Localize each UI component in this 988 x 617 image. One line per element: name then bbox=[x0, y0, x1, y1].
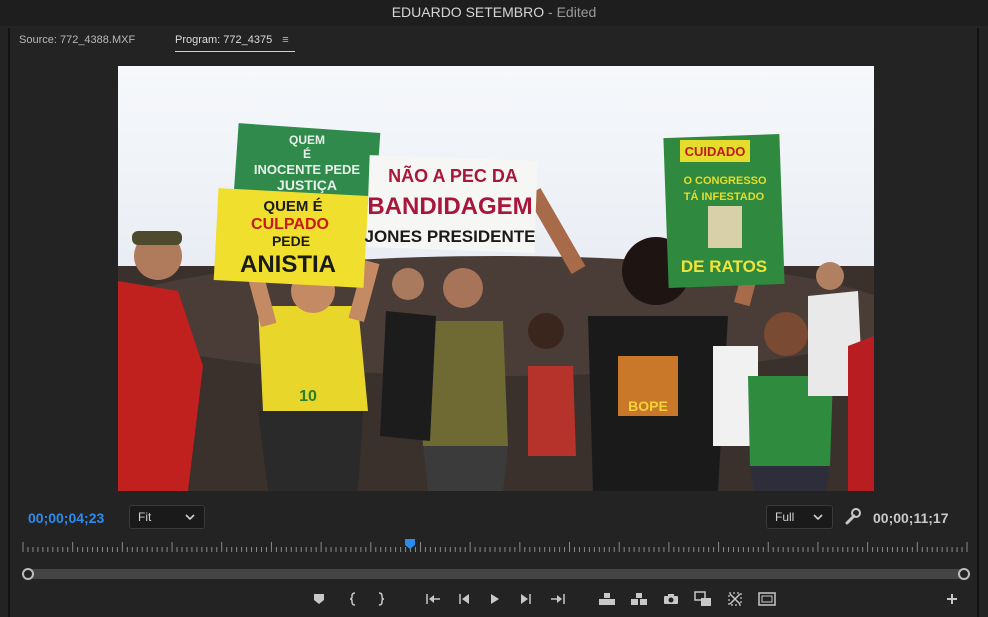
sign-green-right-line3: TÁ INFESTADO bbox=[684, 190, 765, 203]
video-frame-image: 10 BOPE QUEM É INOCENTE PEDE JUSTIÇA QUE… bbox=[118, 66, 874, 491]
zoom-dropdown[interactable]: Fit bbox=[129, 505, 205, 529]
sign-green-right-line4: DE RATOS bbox=[681, 257, 767, 276]
sign-green-right-line1: CUIDADO bbox=[685, 144, 746, 159]
playhead-marker[interactable] bbox=[404, 539, 415, 549]
sign-yellow-line1: QUEM É bbox=[263, 198, 322, 215]
shirt-text: BOPE bbox=[628, 398, 668, 414]
project-title: EDUARDO SETEMBRO bbox=[391, 4, 545, 20]
in-point-icon[interactable] bbox=[343, 589, 363, 609]
go-to-in-icon[interactable] bbox=[423, 589, 443, 609]
tab-source[interactable]: Source: 772_4388.MXF bbox=[19, 34, 135, 46]
add-icon[interactable] bbox=[942, 589, 962, 609]
sign-white-line3: JONES PRESIDENTE bbox=[365, 227, 536, 246]
zoom-scroll-bar[interactable] bbox=[28, 569, 964, 579]
sign-white-line2: BANDIDAGEM bbox=[367, 193, 532, 220]
button-editor-icon[interactable] bbox=[693, 589, 713, 609]
settings-wrench-icon[interactable] bbox=[844, 506, 862, 526]
zoom-dropdown-value: Fit bbox=[138, 510, 152, 524]
current-timecode[interactable]: 00;00;04;23 bbox=[28, 510, 104, 526]
sign-yellow-line2: CULPADO bbox=[251, 216, 329, 233]
chevron-down-icon bbox=[184, 506, 196, 535]
zoom-scroll-left-handle[interactable] bbox=[22, 568, 34, 580]
duration-timecode: 00;00;11;17 bbox=[873, 510, 949, 526]
sign-green-left-line3: INOCENTE PEDE bbox=[254, 162, 361, 177]
title-bar: EDUARDO SETEMBRO - Edited bbox=[0, 0, 988, 26]
sign-green-left-line1: QUEM bbox=[289, 133, 325, 147]
camera-icon[interactable] bbox=[661, 589, 681, 609]
compare-icon[interactable] bbox=[725, 589, 745, 609]
chevron-down-icon bbox=[812, 506, 824, 535]
tab-program-label: Program: 772_4375 bbox=[175, 34, 273, 46]
resolution-dropdown[interactable]: Full bbox=[766, 505, 833, 529]
sign-yellow-line3: PEDE bbox=[272, 233, 310, 249]
program-monitor-panel: Source: 772_4388.MXF Program: 772_4375 ≡ … bbox=[8, 28, 979, 617]
edit-status: - Edited bbox=[544, 4, 597, 20]
sign-green-left-line4: JUSTIÇA bbox=[277, 177, 337, 193]
go-to-out-icon[interactable] bbox=[548, 589, 568, 609]
shirt-number: 10 bbox=[299, 388, 317, 405]
sign-white-line1: NÃO A PEC DA bbox=[388, 165, 518, 186]
extract-icon[interactable] bbox=[629, 589, 649, 609]
video-frame: 10 BOPE QUEM É INOCENTE PEDE JUSTIÇA QUE… bbox=[118, 66, 874, 491]
sign-yellow-line4: ANISTIA bbox=[240, 251, 336, 278]
zoom-scroll-right-handle[interactable] bbox=[958, 568, 970, 580]
sign-green-right-line2: O CONGRESSO bbox=[683, 175, 767, 187]
marker-icon[interactable] bbox=[309, 589, 329, 609]
resolution-dropdown-value: Full bbox=[775, 510, 795, 524]
step-back-icon[interactable] bbox=[454, 589, 474, 609]
lift-icon[interactable] bbox=[597, 589, 617, 609]
out-point-icon[interactable] bbox=[371, 589, 391, 609]
tab-source-label: Source: 772_4388.MXF bbox=[19, 34, 136, 46]
sign-green-left-line2: É bbox=[303, 146, 311, 161]
panel-menu-icon[interactable]: ≡ bbox=[282, 34, 288, 46]
step-forward-icon[interactable] bbox=[516, 589, 536, 609]
safe-margins-icon[interactable] bbox=[757, 589, 777, 609]
tab-program[interactable]: Program: 772_4375 ≡ bbox=[175, 34, 295, 52]
time-ruler[interactable] bbox=[22, 540, 968, 554]
play-icon[interactable] bbox=[485, 589, 505, 609]
